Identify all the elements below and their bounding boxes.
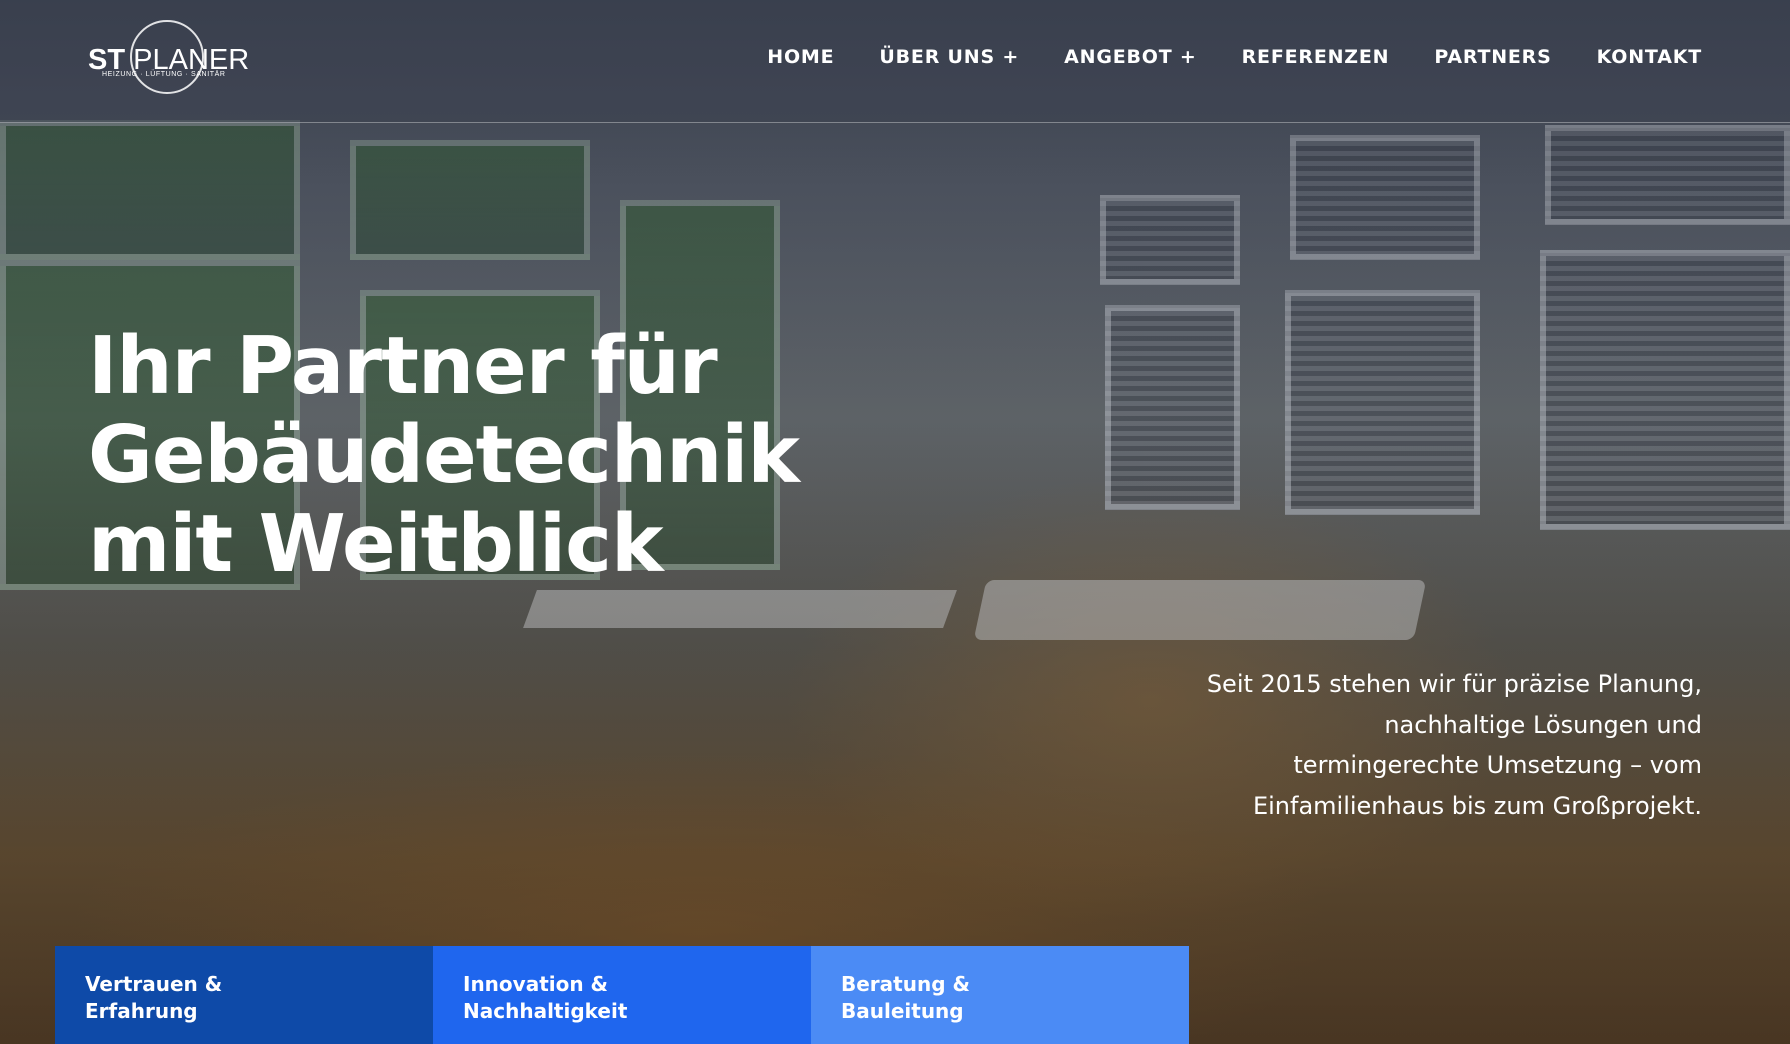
feature-tile-label: Bauleitung (841, 999, 964, 1023)
nav-item-ueber-uns[interactable]: ÜBER UNS + (879, 46, 1019, 68)
hero-headline: Ihr Partner für Gebäudetechnik mit Weitb… (88, 322, 908, 589)
logo-tagline: HEIZUNG · LÜFTUNG · SANITÄR (102, 71, 226, 78)
logo[interactable]: ST PLANER HEIZUNG · LÜFTUNG · SANITÄR (88, 20, 249, 100)
hero-section: ST PLANER HEIZUNG · LÜFTUNG · SANITÄR HO… (0, 0, 1790, 1044)
hero-headline-line: Ihr Partner für (88, 320, 718, 412)
nav-item-angebot[interactable]: ANGEBOT + (1064, 46, 1197, 68)
hero-intro-line: Seit 2015 stehen wir für präzise Planung… (1206, 670, 1702, 698)
feature-tile-label: Erfahrung (85, 999, 198, 1023)
hero-intro-line: nachhaltige Lösungen und (1384, 710, 1702, 739)
hero-headline-line: Gebäudetechnik (88, 409, 800, 501)
site-header: ST PLANER HEIZUNG · LÜFTUNG · SANITÄR HO… (0, 0, 1790, 123)
hero-intro-text: Seit 2015 stehen wir für präzise Planung… (1102, 664, 1702, 826)
hero-headline-line: mit Weitblick (88, 498, 664, 590)
feature-tiles: Vertrauen & Erfahrung Innovation & Nachh… (55, 946, 1189, 1044)
feature-tile-beratung[interactable]: Beratung & Bauleitung (811, 946, 1189, 1044)
nav-item-partners[interactable]: PARTNERS (1434, 46, 1551, 68)
feature-tile-label: Innovation & (463, 972, 608, 996)
feature-tile-label: Beratung & (841, 972, 970, 996)
hero-intro-line: termingerechte Umsetzung – vom (1293, 751, 1702, 779)
feature-tile-label: Vertrauen & (85, 972, 223, 996)
main-nav: HOME ÜBER UNS + ANGEBOT + REFERENZEN PAR… (767, 46, 1702, 68)
feature-tile-label: Nachhaltigkeit (463, 999, 628, 1023)
hero-intro-line: Einfamilienhaus bis zum Großprojekt. (1252, 791, 1702, 820)
nav-item-home[interactable]: HOME (767, 46, 834, 68)
feature-tile-innovation[interactable]: Innovation & Nachhaltigkeit (433, 946, 811, 1044)
feature-tile-vertrauen[interactable]: Vertrauen & Erfahrung (55, 946, 433, 1044)
nav-item-referenzen[interactable]: REFERENZEN (1242, 46, 1390, 68)
nav-item-kontakt[interactable]: KONTAKT (1597, 46, 1702, 68)
